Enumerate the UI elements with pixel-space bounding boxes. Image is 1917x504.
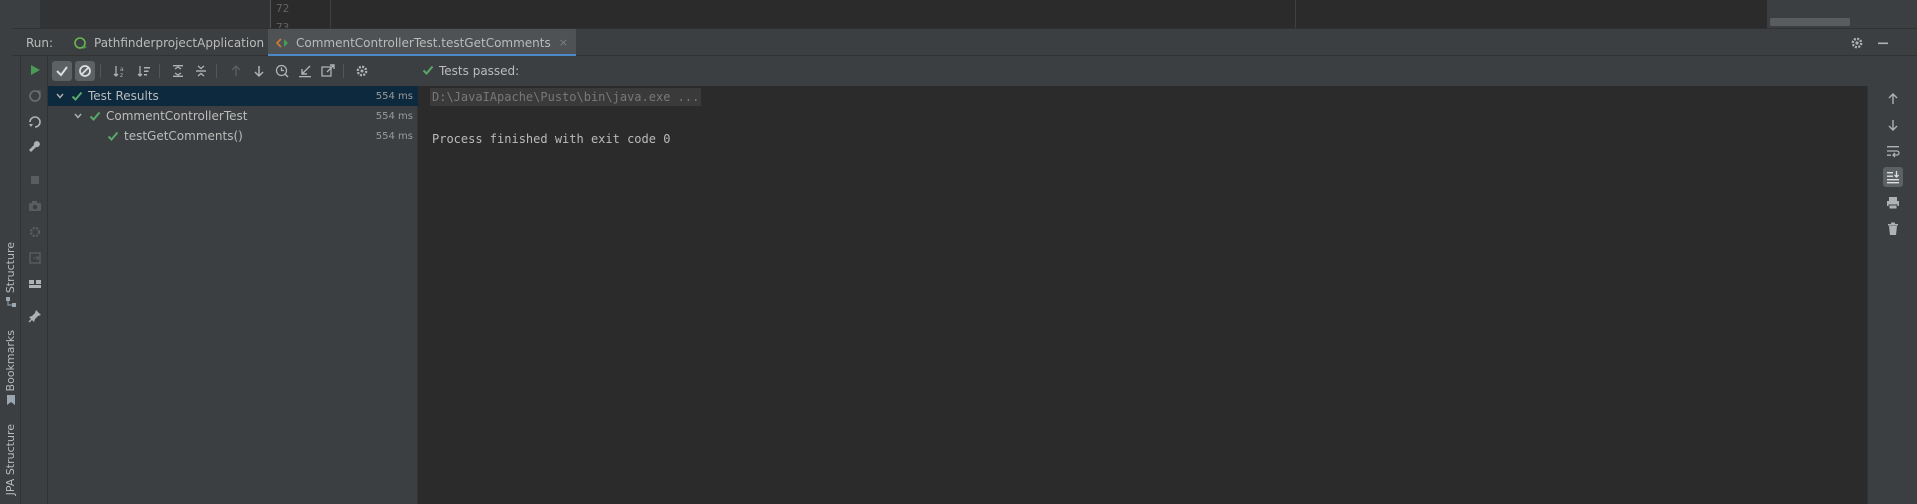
console-command-line[interactable]: D:\JavaIApache\Pusto\bin\java.exe ... — [430, 88, 702, 106]
tree-row-comment-controller-test[interactable]: CommentControllerTest 554 ms — [48, 106, 418, 126]
chevron-down-icon[interactable] — [72, 110, 84, 122]
tab-label: PathfinderprojectApplication — [94, 35, 265, 50]
exit-icon[interactable] — [25, 248, 45, 268]
gutter-divider — [330, 0, 331, 28]
up-arrow-icon[interactable] — [1883, 89, 1903, 109]
test-tree-toolbar: az — [48, 56, 418, 86]
test-status-bar: Tests passed: — [418, 56, 1917, 86]
console-process-line: Process finished with exit code 0 — [432, 132, 671, 146]
status-text: Tests passed: — [439, 64, 520, 78]
toolbar-separator — [216, 64, 217, 78]
run-label: Run: — [26, 36, 54, 50]
wrench-icon[interactable] — [25, 138, 45, 158]
tab-jpa-structure[interactable]: JPA Structure — [1, 424, 20, 495]
tree-row-test-get-comments[interactable]: testGetComments() 554 ms — [48, 126, 418, 146]
soft-wrap-icon[interactable] — [1883, 141, 1903, 161]
svg-text:z: z — [120, 72, 123, 78]
run-side-toolbar — [21, 56, 48, 504]
next-failed-icon[interactable] — [249, 61, 269, 81]
gutter-divider — [270, 0, 271, 28]
test-duration: 554 ms — [375, 90, 413, 102]
test-results-tree: Test Results 554 ms CommentControllerTes… — [48, 86, 418, 504]
horizontal-scrollbar[interactable] — [1770, 18, 1850, 26]
editor-left-stripe — [0, 0, 40, 28]
toolbar-separator — [159, 64, 160, 78]
test-class-icon — [276, 36, 290, 50]
tab-label: CommentControllerTest.testGetComments — [296, 35, 551, 50]
passed-check-icon — [106, 130, 120, 142]
layout-icon[interactable] — [25, 274, 45, 294]
minimize-icon[interactable] — [1874, 34, 1892, 52]
test-duration: 554 ms — [375, 130, 413, 142]
tree-row-label: CommentControllerTest — [106, 109, 248, 123]
line-number: 73 — [276, 21, 290, 28]
down-arrow-icon[interactable] — [1883, 115, 1903, 135]
passed-check-icon — [88, 110, 102, 122]
line-number: 72 — [276, 2, 290, 15]
chevron-down-icon[interactable] — [54, 90, 66, 102]
previous-failed-icon[interactable] — [226, 61, 246, 81]
toolbar-separator — [343, 64, 344, 78]
import-tests-icon[interactable] — [295, 61, 315, 81]
settings-gear-icon[interactable] — [352, 61, 372, 81]
bookmark-icon — [6, 395, 15, 406]
sort-alphabetically-icon[interactable]: az — [110, 61, 130, 81]
show-passed-icon[interactable] — [52, 61, 72, 81]
console-toolbar — [1867, 86, 1917, 504]
scroll-to-end-icon[interactable] — [1883, 167, 1903, 187]
structure-icon — [5, 297, 16, 308]
debug-settings-icon[interactable] — [25, 222, 45, 242]
editor-strip: 72 73 — [0, 0, 1917, 28]
tree-row-label: Test Results — [88, 89, 159, 103]
passed-check-icon — [422, 65, 434, 75]
rerun-failed-icon[interactable] — [25, 86, 45, 106]
collapse-all-icon[interactable] — [191, 61, 211, 81]
trash-icon[interactable] — [1883, 219, 1903, 239]
tab-comment-controller-test[interactable]: CommentControllerTest.testGetComments × — [268, 29, 576, 57]
run-tool-window-header: Run: PathfinderprojectApplication × Comm… — [12, 28, 1917, 57]
spring-boot-icon — [74, 36, 88, 50]
stop-icon[interactable] — [25, 170, 45, 190]
passed-check-icon — [70, 90, 84, 102]
tab-structure[interactable]: Structure — [1, 242, 20, 308]
toggle-auto-test-icon[interactable] — [25, 112, 45, 132]
tab-pathfinder-application[interactable]: PathfinderprojectApplication × — [66, 29, 289, 56]
show-ignored-icon[interactable] — [75, 61, 95, 81]
gear-icon[interactable] — [1848, 34, 1866, 52]
tree-row-label: testGetComments() — [124, 129, 243, 143]
camera-icon[interactable] — [25, 196, 45, 216]
print-icon[interactable] — [1883, 193, 1903, 213]
toolbar-separator — [100, 64, 101, 78]
export-tests-icon[interactable] — [318, 61, 338, 81]
expand-all-icon[interactable] — [168, 61, 188, 81]
pin-icon[interactable] — [25, 306, 45, 326]
tab-bookmarks[interactable]: Bookmarks — [1, 330, 20, 406]
console-output[interactable]: D:\JavaIApache\Pusto\bin\java.exe ... Pr… — [419, 86, 1867, 504]
test-duration: 554 ms — [375, 110, 413, 122]
tab-structure-label: Structure — [4, 242, 17, 294]
tree-row-test-results[interactable]: Test Results 554 ms — [48, 86, 418, 106]
editor-gutter — [40, 0, 270, 28]
rerun-icon[interactable] — [25, 60, 45, 80]
tab-jpa-structure-label: JPA Structure — [4, 424, 17, 496]
close-icon[interactable]: × — [559, 36, 568, 49]
test-history-icon[interactable] — [272, 61, 292, 81]
left-tool-stripe: Structure Bookmarks JPA Structure — [0, 28, 21, 504]
sort-by-duration-icon[interactable] — [134, 61, 154, 81]
tab-bookmarks-label: Bookmarks — [4, 330, 17, 392]
right-margin-guide — [1295, 0, 1296, 28]
